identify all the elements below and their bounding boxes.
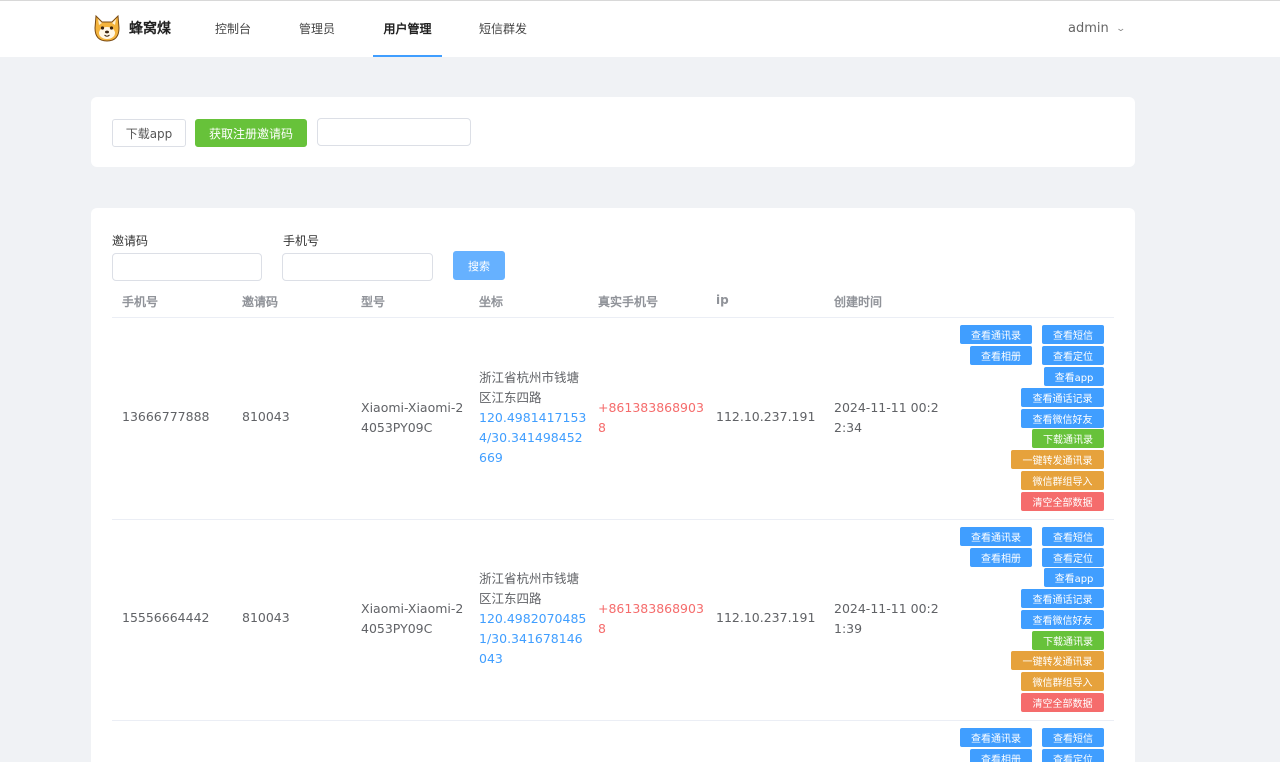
nav-dashboard[interactable]: 控制台 xyxy=(215,1,251,57)
brand[interactable]: 蜂窝煤 xyxy=(92,12,171,44)
model-line: Xiaomi-Xiaomi-2 xyxy=(361,400,464,415)
cell-created-time: 2024-11-11 00:2 2:34 xyxy=(834,398,939,438)
cell-ip: 112.10.237.191 xyxy=(716,409,816,424)
view-album-button[interactable]: 查看相册 xyxy=(970,346,1032,365)
cell-model: Xiaomi-Xiaomi-2 4053PY09C xyxy=(361,599,463,639)
download-contacts-button[interactable]: 下载通讯录 xyxy=(1032,429,1104,448)
table-row: 15556664442 810043 Xiaomi-Xiaomi-2 4053P… xyxy=(112,520,1114,721)
cell-real-phone: +861383868903 8 xyxy=(598,398,704,438)
model-line: Xiaomi-Xiaomi-2 xyxy=(361,601,464,616)
nav-admins[interactable]: 管理员 xyxy=(299,1,335,57)
real-phone-line: 8 xyxy=(598,420,606,435)
forward-contacts-button[interactable]: 一键转发通讯录 xyxy=(1011,651,1104,670)
view-album-button[interactable]: 查看相册 xyxy=(970,749,1032,762)
invite-code-search-input[interactable] xyxy=(112,253,262,281)
nav-user-management[interactable]: 用户管理 xyxy=(373,1,442,57)
view-album-button[interactable]: 查看相册 xyxy=(970,548,1032,567)
view-sms-button[interactable]: 查看短信 xyxy=(1042,527,1104,546)
chevron-down-icon: ⌄ xyxy=(1115,24,1126,34)
coord-line: 120.4982070485 xyxy=(479,611,587,626)
cell-phone: 15556664442 xyxy=(122,610,210,625)
coord-line: 669 xyxy=(479,450,503,465)
coord-line: 043 xyxy=(479,651,503,666)
col-real-phone: 真实手机号 xyxy=(598,295,659,309)
get-invite-code-button[interactable]: 获取注册邀请码 xyxy=(195,119,307,147)
view-call-log-button[interactable]: 查看通话记录 xyxy=(1021,589,1104,608)
col-ip: ip xyxy=(716,293,729,307)
view-location-button[interactable]: 查看定位 xyxy=(1042,749,1104,762)
view-location-button[interactable]: 查看定位 xyxy=(1042,346,1104,365)
wechat-group-import-button[interactable]: 微信群组导入 xyxy=(1021,471,1104,490)
top-navbar: 蜂窝煤 控制台 管理员 用户管理 短信群发 admin ⌄ xyxy=(0,0,1280,57)
cell-coordinates: 浙江省杭州市钱塘 区江东四路 120.4981417153 4/30.34149… xyxy=(479,368,586,468)
cell-ip: 112.10.237.191 xyxy=(716,610,816,625)
invite-code-output[interactable] xyxy=(317,118,471,146)
download-contacts-button[interactable]: 下载通讯录 xyxy=(1032,631,1104,650)
coord-line: 120.4981417153 xyxy=(479,410,587,425)
cell-invite-code: 810043 xyxy=(242,610,290,625)
real-phone-line: 8 xyxy=(598,621,606,636)
phone-label: 手机号 xyxy=(283,234,320,248)
time-line: 2024-11-11 00:2 xyxy=(834,400,939,415)
view-location-button[interactable]: 查看定位 xyxy=(1042,548,1104,567)
time-line: 1:39 xyxy=(834,621,863,636)
cell-phone: 13666777888 xyxy=(122,409,210,424)
view-contacts-button[interactable]: 查看通讯录 xyxy=(960,527,1032,546)
time-line: 2:34 xyxy=(834,420,863,435)
download-app-button[interactable]: 下载app xyxy=(112,119,186,147)
model-line: 4053PY09C xyxy=(361,621,433,636)
phone-search-input[interactable] xyxy=(282,253,433,281)
view-apps-button[interactable]: 查看app xyxy=(1044,568,1104,587)
brand-name: 蜂窝煤 xyxy=(129,21,171,37)
col-invite-code: 邀请码 xyxy=(242,295,279,309)
view-sms-button[interactable]: 查看短信 xyxy=(1042,728,1104,747)
col-model: 型号 xyxy=(361,295,386,309)
cell-real-phone: +861383868903 8 xyxy=(598,599,704,639)
real-phone-line: +861383868903 xyxy=(598,601,704,616)
cell-model: Xiaomi-Xiaomi-2 4053PY09C xyxy=(361,398,463,438)
invite-code-label: 邀请码 xyxy=(112,234,149,248)
coord-line: 4/30.341498452 xyxy=(479,430,583,445)
view-call-log-button[interactable]: 查看通话记录 xyxy=(1021,388,1104,407)
view-wechat-friends-button[interactable]: 查看微信好友 xyxy=(1021,610,1104,629)
search-button[interactable]: 搜索 xyxy=(453,251,505,280)
model-line: 4053PY09C xyxy=(361,420,433,435)
wechat-group-import-button[interactable]: 微信群组导入 xyxy=(1021,672,1104,691)
cell-created-time: 2024-11-11 00:2 1:39 xyxy=(834,599,939,639)
col-created-time: 创建时间 xyxy=(834,295,883,309)
view-contacts-button[interactable]: 查看通讯录 xyxy=(960,325,1032,344)
table-row: 13666777888 810043 Xiaomi-Xiaomi-2 4053P… xyxy=(112,318,1114,520)
address-line: 浙江省杭州市钱塘 xyxy=(479,571,580,586)
user-menu[interactable]: admin ⌄ xyxy=(1068,1,1126,57)
view-apps-button[interactable]: 查看app xyxy=(1044,367,1104,386)
col-coordinates: 坐标 xyxy=(479,295,504,309)
coord-line: 1/30.341678146 xyxy=(479,631,583,646)
coordinate-link[interactable]: 120.4982070485 1/30.341678146 043 xyxy=(479,609,586,669)
real-phone-line: +861383868903 xyxy=(598,400,704,415)
view-contacts-button[interactable]: 查看通讯录 xyxy=(960,728,1032,747)
username: admin xyxy=(1068,21,1109,36)
cell-coordinates: 浙江省杭州市钱塘 区江东四路 120.4982070485 1/30.34167… xyxy=(479,569,586,669)
coordinate-link[interactable]: 120.4981417153 4/30.341498452 669 xyxy=(479,408,586,468)
view-wechat-friends-button[interactable]: 查看微信好友 xyxy=(1021,409,1104,428)
view-sms-button[interactable]: 查看短信 xyxy=(1042,325,1104,344)
shiba-logo-icon xyxy=(94,14,120,42)
clear-all-data-button[interactable]: 清空全部数据 xyxy=(1021,492,1104,511)
toolbar-card: 下载app 获取注册邀请码 xyxy=(91,97,1135,167)
forward-contacts-button[interactable]: 一键转发通讯录 xyxy=(1011,450,1104,469)
address-line: 浙江省杭州市钱塘 xyxy=(479,370,580,385)
address-line: 区江东四路 xyxy=(479,591,542,606)
cell-invite-code: 810043 xyxy=(242,409,290,424)
nav-sms-broadcast[interactable]: 短信群发 xyxy=(479,1,527,57)
address-line: 区江东四路 xyxy=(479,390,542,405)
clear-all-data-button[interactable]: 清空全部数据 xyxy=(1021,693,1104,712)
col-phone: 手机号 xyxy=(122,295,159,309)
table-header: 手机号 邀请码 型号 坐标 真实手机号 ip 创建时间 xyxy=(112,284,1114,318)
time-line: 2024-11-11 00:2 xyxy=(834,601,939,616)
